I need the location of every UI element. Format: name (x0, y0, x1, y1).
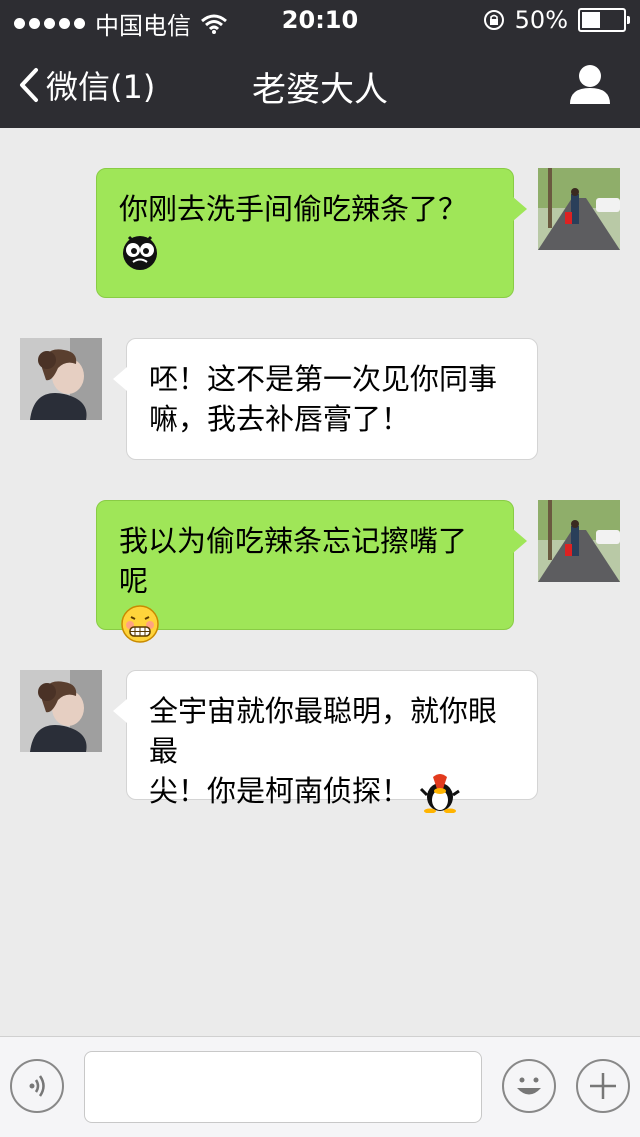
grinning-face-emoji-icon (121, 605, 159, 643)
my-message-bubble[interactable]: 你刚去洗手间偷吃辣条了？ (96, 168, 527, 298)
battery-icon (578, 8, 630, 32)
message-text-line-with-emoji: 尖！你是柯南侦探！ (149, 771, 515, 813)
input-bar (0, 1036, 640, 1137)
plus-icon (590, 1073, 616, 1099)
message-text-line: 呸！这不是第一次见你同事 (149, 362, 498, 396)
message-input[interactable] (84, 1051, 482, 1123)
message-text: 我以为偷吃辣条忘记擦嘴了呢 (119, 524, 468, 598)
nav-bar: 微信(1) 老婆大人 (0, 40, 640, 128)
message-text-line: 嘛，我去补唇膏了！ (149, 402, 411, 436)
battery-percent: 50% (514, 6, 568, 34)
top-bar: 中国电信 20:10 50% 微信(1) 老婆大人 (0, 0, 640, 128)
message-text-line: 尖！你是柯南侦探！ (149, 774, 411, 808)
status-bar: 中国电信 20:10 50% (0, 0, 640, 40)
voice-button[interactable] (10, 1059, 64, 1113)
smiley-icon (517, 1077, 541, 1095)
bug-eyed-emoji-icon (123, 235, 157, 270)
qq-penguin-emoji-icon (420, 774, 461, 813)
contact-message-bubble[interactable]: 全宇宙就你最聪明，就你眼最 尖！你是柯南侦探！ (113, 670, 538, 813)
my-avatar[interactable] (538, 500, 620, 582)
chat-area[interactable]: 你刚去洗手间偷吃辣条了？ 呸！这不是第一次见你同事 嘛，我去补唇膏了！ 我以为偷… (0, 128, 640, 1036)
chat-title: 老婆大人 (252, 70, 388, 110)
my-avatar[interactable] (538, 168, 620, 250)
voice-icon (29, 1075, 45, 1097)
emoji-button[interactable] (502, 1059, 556, 1113)
contact-avatar[interactable] (20, 670, 102, 752)
status-right: 50% (483, 6, 630, 34)
my-message-bubble[interactable]: 我以为偷吃辣条忘记擦嘴了呢 (96, 500, 527, 643)
profile-button[interactable] (568, 62, 612, 106)
contact-avatar[interactable] (20, 338, 102, 420)
message-text-line: 全宇宙就你最聪明，就你眼最 (149, 694, 498, 768)
more-button[interactable] (576, 1059, 630, 1113)
message-text: 你刚去洗手间偷吃辣条了？ (119, 192, 468, 226)
contact-message-bubble[interactable]: 呸！这不是第一次见你同事 嘛，我去补唇膏了！ (113, 338, 538, 460)
rotation-lock-icon (483, 10, 504, 30)
